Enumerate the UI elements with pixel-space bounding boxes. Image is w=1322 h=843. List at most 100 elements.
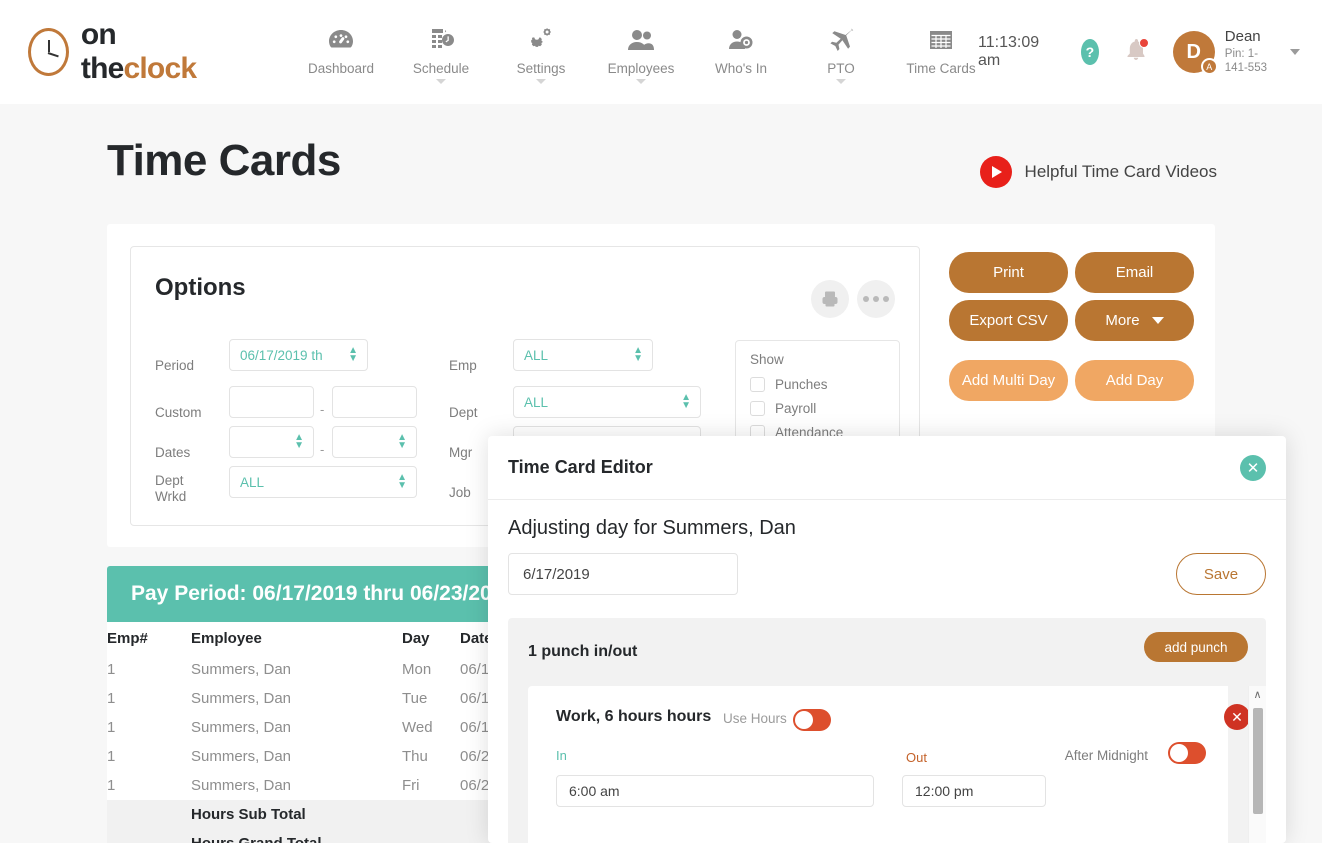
close-icon[interactable]: ✕ (1240, 454, 1266, 481)
stepper-icon-dept-wrkd: ▲ ▼ (397, 472, 407, 491)
dept-select[interactable]: ALL ▲ ▼ (513, 386, 701, 418)
chevron-down-icon-schedule[interactable] (436, 78, 447, 84)
period-select-value: 06/17/2019 th (240, 347, 323, 363)
chevron-down-icon-pto[interactable] (836, 78, 847, 84)
punch-panel: 1 punch in/out add punch Work, 6 hours h… (508, 618, 1266, 843)
stepper-icon-period: ▲ ▼ (348, 345, 358, 364)
scrollbar-thumb[interactable] (1253, 708, 1263, 814)
brand-logo-text: on theclock (81, 18, 212, 86)
label-dates: Dates (155, 445, 191, 460)
print-button[interactable]: Print (949, 252, 1068, 293)
more-button[interactable]: More (1075, 300, 1194, 341)
adjust-date-input[interactable] (508, 553, 738, 595)
app-root: on theclock Dashboard Schedule Settings … (0, 0, 1322, 843)
nav-item-whos-in[interactable]: Who's In (704, 21, 778, 84)
punch-in-label: In (556, 748, 567, 763)
nav-label-settings: Settings (516, 60, 566, 76)
printer-icon[interactable] (811, 280, 849, 318)
delete-punch-icon[interactable]: ✕ (1224, 704, 1250, 730)
avatar[interactable]: D A (1172, 31, 1218, 75)
add-punch-button[interactable]: add punch (1144, 632, 1248, 662)
cell-day: Mon (402, 661, 432, 678)
sub-total-label: Hours Sub Total (191, 800, 402, 829)
sub-total-spacer (107, 800, 191, 829)
dates-from-select[interactable]: ▲ ▼ (229, 426, 314, 458)
save-button[interactable]: Save (1176, 553, 1266, 595)
gears-icon (528, 25, 554, 55)
checkbox-label-punches: Punches (775, 377, 828, 392)
nav-item-dashboard[interactable]: Dashboard (304, 21, 378, 84)
punch-in-input[interactable] (556, 775, 874, 807)
help-icon[interactable]: ? (1081, 39, 1099, 65)
chevron-up-icon-scroll[interactable]: ∧ (1253, 688, 1261, 701)
punch-list-scrollbar[interactable]: ∧ (1248, 686, 1266, 843)
label-dept-wrkd-line2: Wrkd (155, 489, 187, 504)
sub-total-day (402, 800, 460, 829)
checkbox-payroll[interactable] (750, 401, 765, 416)
checkbox-row-payroll[interactable]: Payroll (750, 401, 816, 416)
punch-work-label: Work, 6 hours hours (556, 708, 712, 725)
nav-item-employees[interactable]: Employees (604, 21, 678, 84)
modal-subtitle: Adjusting day for Summers, Dan (508, 517, 796, 539)
column-header-employee: Employee (191, 630, 262, 647)
punch-out-label: Out (906, 750, 927, 765)
speedometer-icon (328, 25, 354, 55)
nav-item-settings[interactable]: Settings (504, 21, 578, 84)
ellipsis-icon[interactable] (857, 280, 895, 318)
avatar-admin-badge: A (1200, 58, 1218, 75)
notification-badge (1138, 37, 1149, 48)
cell-emp-num: 1 (107, 748, 116, 765)
dept-wrkd-select[interactable]: ALL ▲ ▼ (229, 466, 417, 498)
punch-out-input[interactable] (902, 775, 1046, 807)
use-hours-toggle[interactable] (793, 709, 831, 731)
cell-emp-num: 1 (107, 777, 116, 794)
add-multi-day-button[interactable]: Add Multi Day (949, 360, 1068, 401)
checkbox-row-punches[interactable]: Punches (750, 377, 828, 392)
emp-select-value: ALL (524, 347, 549, 363)
checkbox-punches[interactable] (750, 377, 765, 392)
user-info[interactable]: Dean Pin: 1-141-553 (1225, 28, 1276, 76)
options-title: Options (155, 274, 246, 301)
bell-icon[interactable] (1125, 37, 1149, 66)
grid-table-icon (928, 25, 954, 55)
ellipsis-dots (863, 296, 889, 302)
chevron-down-icon-settings[interactable] (536, 78, 547, 84)
dates-range-dash: - (320, 442, 325, 457)
brand-logo-text-dark: on the (80, 18, 124, 85)
nav-label-whos-in: Who's In (714, 60, 768, 76)
checkbox-label-payroll: Payroll (775, 401, 817, 416)
show-group-title: Show (750, 352, 784, 367)
email-button[interactable]: Email (1075, 252, 1194, 293)
more-button-label: More (1105, 312, 1140, 329)
brand-logo-text-accent: clock (123, 52, 198, 85)
clock-icon (28, 28, 69, 76)
add-day-button[interactable]: Add Day (1075, 360, 1194, 401)
top-right-controls: 11:13:09 am ? D A Dean Pin: 1-141-553 (978, 28, 1300, 76)
nav-item-schedule[interactable]: Schedule (404, 21, 478, 84)
stepper-icon-dates-to: ▲ ▼ (397, 432, 407, 451)
grand-total-spacer (107, 829, 191, 843)
punch-row: Work, 6 hours hours Use Hours In Out Aft… (528, 686, 1250, 843)
dates-to-select[interactable]: ▲ ▼ (332, 426, 417, 458)
chevron-down-icon-user-menu[interactable] (1290, 49, 1300, 55)
helpful-videos-link[interactable]: Helpful Time Card Videos (979, 156, 1217, 188)
period-select[interactable]: 06/17/2019 th ▲ ▼ (229, 339, 368, 371)
nav-label-schedule: Schedule (412, 60, 470, 76)
brand-logo[interactable]: on theclock (28, 18, 212, 86)
chevron-down-icon-employees[interactable] (636, 78, 647, 84)
page-header: Time Cards Helpful Time Card Videos (0, 104, 1322, 224)
export-csv-button[interactable]: Export CSV (949, 300, 1068, 341)
label-period: Period (155, 358, 195, 373)
emp-select[interactable]: ALL ▲ ▼ (513, 339, 653, 371)
nav-item-pto[interactable]: PTO (804, 21, 878, 84)
after-midnight-toggle[interactable] (1168, 742, 1206, 764)
label-dept-wrkd-line1: Dept (155, 473, 184, 488)
dept-select-value: ALL (524, 394, 549, 410)
label-job: Job (449, 485, 471, 500)
airplane-icon (827, 25, 855, 55)
user-pin: Pin: 1-141-553 (1224, 48, 1267, 75)
custom-range-dash: - (320, 402, 325, 417)
custom-to-input[interactable] (332, 386, 417, 418)
custom-from-input[interactable] (229, 386, 314, 418)
nav-item-time-cards[interactable]: Time Cards (904, 21, 978, 84)
